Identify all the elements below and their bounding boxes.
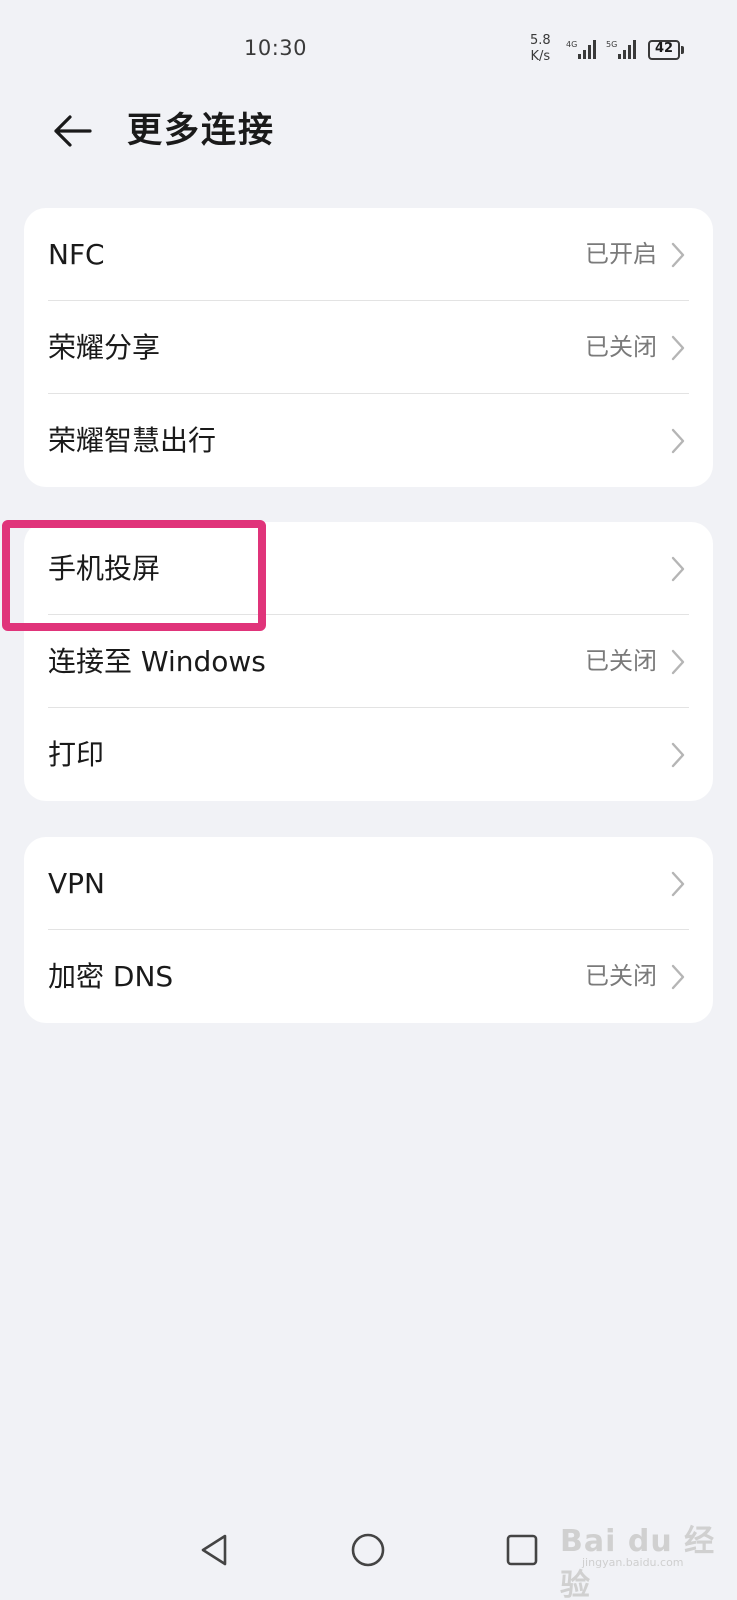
screen: 10:30 5.8 K/s 4G 5G 42 更多连接 NFC 已开启 荣耀分享…	[0, 0, 737, 1600]
setting-row-print[interactable]: 打印	[24, 708, 713, 801]
watermark-sub: jingyan.baidu.com	[582, 1556, 684, 1569]
battery-cap	[681, 46, 684, 54]
setting-label: 打印	[48, 738, 105, 771]
setting-row-honor-share[interactable]: 荣耀分享 已关闭	[24, 301, 713, 394]
battery-level: 42	[654, 41, 674, 56]
chevron-right-icon	[671, 242, 685, 268]
chevron-right-icon	[671, 742, 685, 768]
setting-status: 已关闭	[585, 962, 657, 990]
arrow-left-icon	[54, 115, 92, 147]
setting-row-nfc[interactable]: NFC 已开启	[24, 208, 713, 301]
signal-2-label: 5G	[606, 40, 617, 49]
home-circle-icon	[351, 1533, 385, 1567]
network-speed: 5.8 K/s	[530, 33, 551, 65]
setting-label: 加密 DNS	[48, 960, 174, 993]
chevron-right-icon	[671, 556, 685, 582]
signal-5g-icon: 5G	[606, 40, 636, 59]
setting-status: 已关闭	[585, 647, 657, 675]
battery-icon: 42	[648, 40, 684, 60]
setting-label: 荣耀智慧出行	[48, 424, 217, 457]
baidu-watermark: Bai du 经验 jingyan.baidu.com	[560, 1508, 730, 1600]
setting-status: 已开启	[585, 240, 657, 268]
back-triangle-icon	[201, 1534, 227, 1566]
settings-group-3: VPN 加密 DNS 已关闭	[24, 837, 713, 1023]
chevron-right-icon	[671, 871, 685, 897]
nav-back-button[interactable]	[188, 1524, 240, 1576]
signal-1-label: 4G	[566, 40, 577, 49]
setting-status: 已关闭	[585, 333, 657, 361]
status-bar: 10:30 5.8 K/s 4G 5G 42	[0, 0, 737, 100]
status-time: 10:30	[244, 36, 308, 60]
signal-4g-icon: 4G	[566, 40, 596, 59]
chevron-right-icon	[671, 335, 685, 361]
setting-label: 荣耀分享	[48, 331, 161, 364]
chevron-right-icon	[671, 649, 685, 675]
setting-row-vpn[interactable]: VPN	[24, 837, 713, 930]
network-speed-value: 5.8	[530, 33, 551, 48]
page-title: 更多连接	[127, 111, 276, 151]
setting-row-encrypted-dns[interactable]: 加密 DNS 已关闭	[24, 930, 713, 1023]
chevron-right-icon	[671, 428, 685, 454]
settings-group-1: NFC 已开启 荣耀分享 已关闭 荣耀智慧出行	[24, 208, 713, 487]
nav-home-button[interactable]	[342, 1524, 394, 1576]
annotation-highlight-box	[2, 520, 266, 631]
recent-square-icon	[506, 1534, 538, 1566]
nav-recent-button[interactable]	[496, 1524, 548, 1576]
back-button[interactable]	[44, 106, 100, 156]
chevron-right-icon	[671, 964, 685, 990]
setting-label: NFC	[48, 238, 105, 271]
setting-row-smart-travel[interactable]: 荣耀智慧出行	[24, 394, 713, 487]
setting-label: VPN	[48, 867, 105, 900]
header: 更多连接	[0, 96, 737, 166]
network-speed-unit: K/s	[530, 49, 551, 64]
